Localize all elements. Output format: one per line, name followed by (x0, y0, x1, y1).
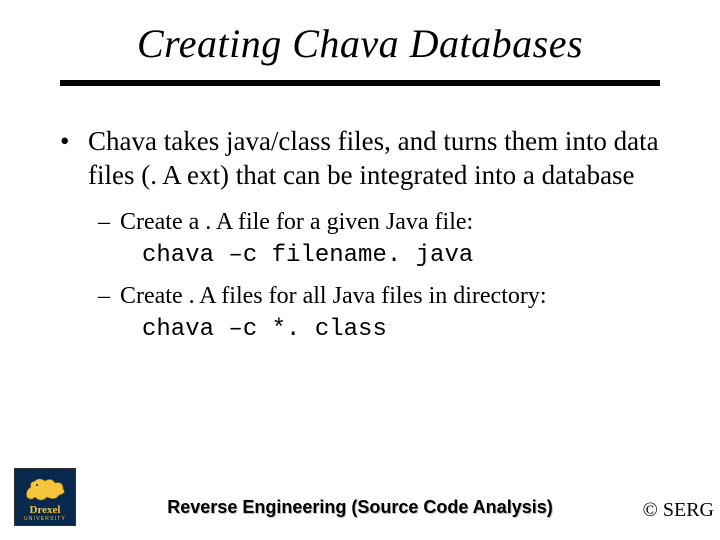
subbullet-1-code: chava –c filename. java (142, 241, 680, 271)
subbullet-2-code: chava –c *. class (142, 315, 680, 345)
subbullet-1-text: Create a . A file for a given Java file: (120, 209, 473, 235)
subbullet-2: Create . A files for all Java files in d… (98, 281, 680, 345)
title-underline (60, 80, 660, 86)
subbullet-2-text: Create . A files for all Java files in d… (120, 283, 547, 309)
slide-title: Creating Chava Databases (0, 20, 720, 67)
bullet-main-text: Chava takes java/class files, and turns … (88, 126, 659, 190)
copyright: © SERG (643, 499, 714, 522)
subbullet-1: Create a . A file for a given Java file:… (98, 207, 680, 271)
bullet-main: Chava takes java/class files, and turns … (60, 125, 680, 345)
slide: Creating Chava Databases Chava takes jav… (0, 0, 720, 540)
slide-body: Chava takes java/class files, and turns … (60, 125, 680, 365)
footer-title: Reverse Engineering (Source Code Analysi… (0, 497, 720, 518)
